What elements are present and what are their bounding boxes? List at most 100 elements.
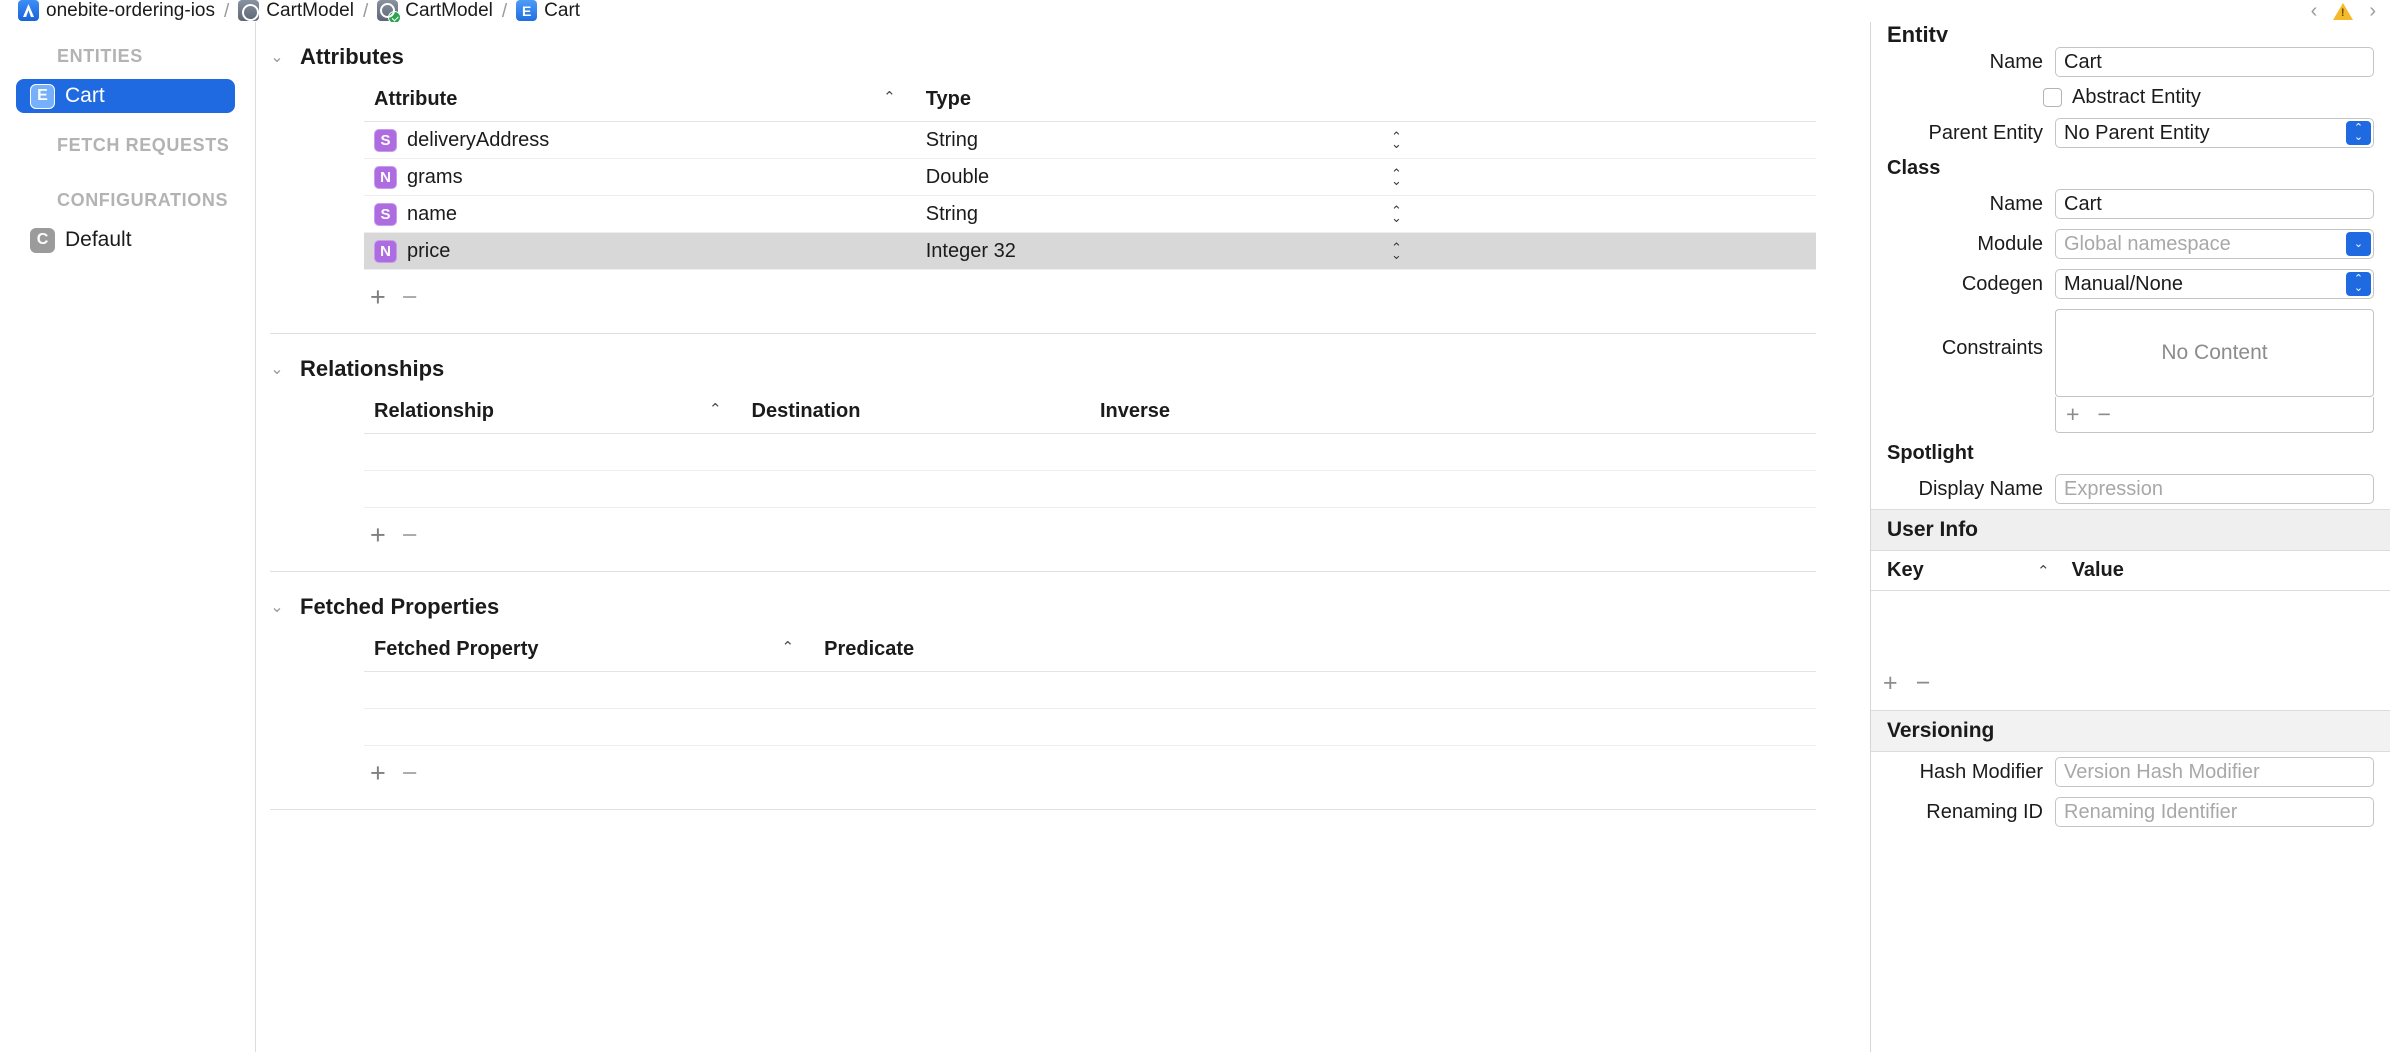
table-row[interactable]: N grams Double ⌃ ⌄ [364, 158, 1816, 196]
attribute-type-cell[interactable]: Double ⌃ ⌄ [915, 158, 1816, 196]
spotlight-display-name-field[interactable]: Expression [2055, 474, 2374, 504]
chevron-down-icon[interactable]: ⌄ [270, 47, 284, 67]
chevron-updown-icon[interactable]: ⌃ ⌄ [2346, 121, 2371, 145]
add-constraint-button[interactable]: + [2066, 401, 2079, 428]
attributes-row-actions: + − [256, 270, 1870, 311]
class-name-row: Name Cart [1871, 184, 2390, 224]
sidebar-item-default[interactable]: C Default [16, 223, 235, 257]
entity-badge-icon: E [30, 83, 55, 109]
add-fetched-property-button[interactable]: + [370, 760, 386, 787]
chevron-down-icon[interactable]: ⌄ [270, 359, 284, 379]
attribute-type-cell[interactable]: String ⌃ ⌄ [915, 121, 1816, 159]
remove-fetched-property-button[interactable]: − [402, 760, 418, 787]
abstract-entity-checkbox[interactable] [2043, 88, 2062, 107]
attribute-type-badge-icon: S [374, 128, 397, 152]
add-attribute-button[interactable]: + [370, 284, 386, 311]
user-info-empty-list[interactable] [1871, 591, 2390, 659]
column-header-value[interactable]: Value [2072, 559, 2124, 582]
hash-modifier-field[interactable]: Version Hash Modifier [2055, 757, 2374, 787]
section-divider [270, 809, 1816, 810]
type-stepper-icon[interactable]: ⌃ ⌄ [1391, 241, 1402, 261]
remove-user-info-button[interactable]: − [1916, 669, 1931, 698]
attribute-type-badge-icon: N [374, 165, 397, 189]
attribute-name-cell[interactable]: N grams [364, 158, 916, 196]
column-header-attribute[interactable]: Attribute ⌃ [364, 84, 916, 122]
attribute-type-cell[interactable]: Integer 32 ⌃ ⌄ [915, 232, 1816, 270]
column-header-type[interactable]: Type [915, 84, 1816, 122]
table-row-empty[interactable] [364, 671, 1816, 709]
renaming-id-field[interactable]: Renaming Identifier [2055, 797, 2374, 827]
attribute-name-cell[interactable]: S name [364, 195, 916, 233]
constraints-list[interactable]: No Content [2055, 309, 2374, 397]
sort-ascending-icon[interactable]: ⌃ [2037, 562, 2050, 580]
chevron-down-icon[interactable]: ⌄ [2346, 232, 2371, 256]
breadcrumb[interactable]: onebite-ordering-ios / CartModel / CartM… [0, 0, 2390, 22]
add-relationship-button[interactable]: + [370, 522, 386, 549]
inspector-section-versioning-title: Versioning [1871, 710, 2390, 752]
sort-ascending-icon[interactable]: ⌃ [883, 88, 896, 106]
attribute-name-cell[interactable]: S deliveryAddress [364, 121, 916, 159]
column-header-key[interactable]: Key [1887, 559, 2037, 582]
nav-back-button[interactable]: ‹ [2311, 1, 2318, 21]
remove-constraint-button[interactable]: − [2097, 401, 2110, 428]
table-row[interactable]: S deliveryAddress String ⌃ ⌄ [364, 121, 1816, 159]
class-codegen-select[interactable]: Manual/None ⌃ ⌄ [2055, 269, 2374, 299]
abstract-entity-row[interactable]: Abstract Entity [1871, 82, 2390, 113]
chevron-down-icon[interactable]: ⌄ [270, 597, 284, 617]
sidebar-section-entities: ENTITIES [57, 46, 143, 66]
sort-ascending-icon[interactable]: ⌃ [709, 400, 722, 418]
table-row-empty[interactable] [364, 470, 1816, 508]
type-stepper-icon[interactable]: ⌃ ⌄ [1391, 204, 1402, 224]
constraints-actions: + − [2055, 397, 2374, 433]
entity-name-field[interactable]: Cart [2055, 47, 2374, 77]
attributes-section-header[interactable]: ⌄ Attributes [256, 22, 1870, 70]
fetched-properties-section: ⌄ Fetched Properties Fetched Property ⌃ … [256, 572, 1870, 810]
nav-forward-button[interactable]: › [2369, 1, 2376, 21]
type-stepper-icon[interactable]: ⌃ ⌄ [1391, 167, 1402, 187]
remove-relationship-button[interactable]: − [402, 522, 418, 549]
entity-name-row: Name Cart [1871, 42, 2390, 82]
remove-attribute-button[interactable]: − [402, 284, 418, 311]
class-module-select[interactable]: Global namespace ⌄ [2055, 229, 2374, 259]
table-row[interactable]: S name String ⌃ ⌄ [364, 195, 1816, 233]
hash-modifier-row: Hash Modifier Version Hash Modifier [1871, 752, 2390, 792]
column-header-relationship[interactable]: Relationship ⌃ [364, 396, 742, 434]
breadcrumb-item-project[interactable]: onebite-ordering-ios [18, 0, 215, 21]
parent-entity-row: Parent Entity No Parent Entity ⌃ ⌄ [1871, 113, 2390, 153]
sidebar-item-cart[interactable]: E Cart [16, 79, 235, 113]
type-stepper-icon[interactable]: ⌃ ⌄ [1391, 130, 1402, 150]
breadcrumb-label: Cart [544, 0, 581, 21]
warning-triangle-icon[interactable] [2333, 2, 2354, 20]
table-row-empty[interactable] [364, 433, 1816, 471]
column-header-predicate[interactable]: Predicate [814, 634, 1816, 672]
breadcrumb-item-model[interactable]: CartModel [238, 0, 354, 21]
relationships-section-header[interactable]: ⌄ Relationships [256, 334, 1870, 382]
empty-cell [1089, 470, 1816, 508]
attribute-name-cell[interactable]: N price [364, 232, 916, 270]
breadcrumb-item-entity[interactable]: E Cart [516, 0, 580, 21]
empty-cell [364, 708, 815, 746]
column-header-inverse[interactable]: Inverse [1089, 396, 1816, 434]
column-header-destination[interactable]: Destination [741, 396, 1090, 434]
table-row-selected[interactable]: N price Integer 32 ⌃ ⌄ [364, 232, 1816, 270]
parent-entity-value: No Parent Entity [2064, 121, 2210, 144]
column-header-label: Fetched Property [374, 638, 539, 660]
table-row-empty[interactable] [364, 708, 1816, 746]
attribute-type-cell[interactable]: String ⌃ ⌄ [915, 195, 1816, 233]
parent-entity-select[interactable]: No Parent Entity ⌃ ⌄ [2055, 118, 2374, 148]
model-outline-sidebar[interactable]: ENTITIES E Cart FETCH REQUESTS CONFIGURA… [0, 22, 256, 1052]
column-header-label: Attribute [374, 88, 458, 110]
renaming-id-label: Renaming ID [1926, 800, 2043, 823]
column-header-fetched-property[interactable]: Fetched Property ⌃ [364, 634, 815, 672]
breadcrumb-item-model-version[interactable]: CartModel [377, 0, 493, 22]
add-user-info-button[interactable]: + [1883, 669, 1898, 698]
chevron-updown-icon[interactable]: ⌃ ⌄ [2346, 272, 2371, 296]
class-name-field[interactable]: Cart [2055, 189, 2374, 219]
attribute-type: Double [925, 165, 990, 188]
attribute-type-badge-icon: S [374, 202, 397, 226]
sort-ascending-icon[interactable]: ⌃ [782, 638, 795, 656]
column-header-label: Type [925, 88, 971, 110]
datamodel-version-icon [377, 0, 402, 22]
fetched-properties-section-header[interactable]: ⌄ Fetched Properties [256, 572, 1870, 620]
attributes-title: Attributes [300, 44, 404, 69]
